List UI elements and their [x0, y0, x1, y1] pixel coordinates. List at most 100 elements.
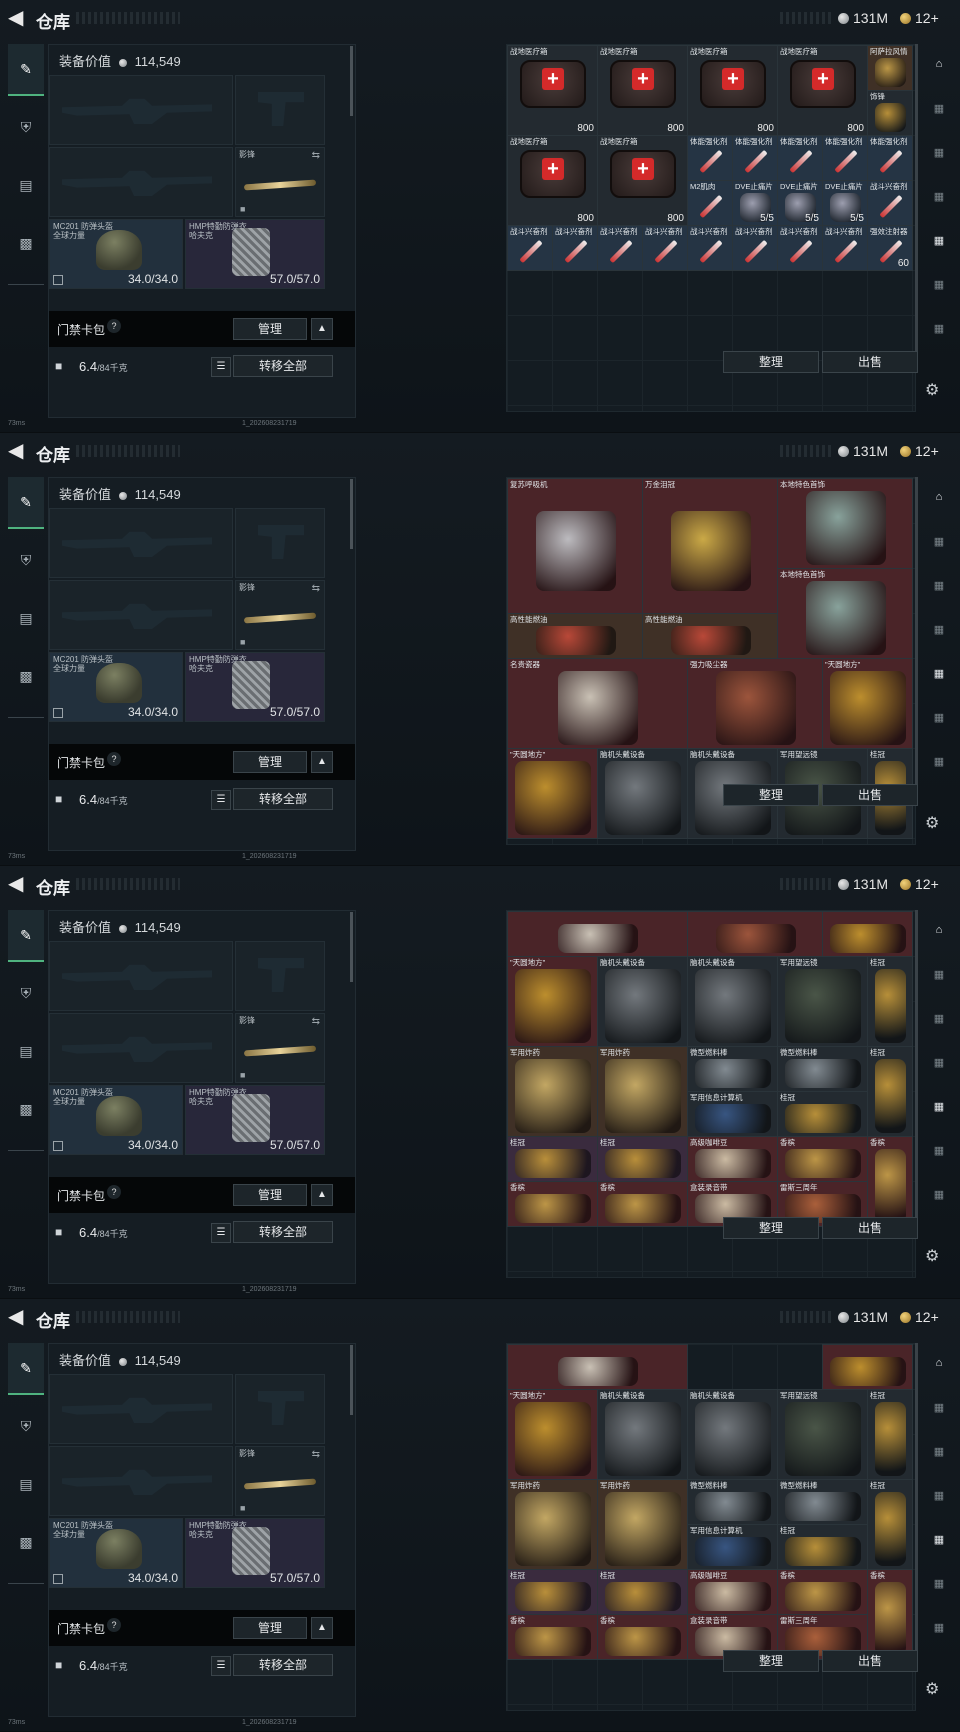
chevron-up-icon[interactable]: ▲	[311, 751, 333, 773]
stash-item[interactable]: 微型燃料棒	[687, 1479, 778, 1525]
stash-item[interactable]: 体能强化剂	[867, 135, 913, 181]
stash-item[interactable]: 战地医疗箱 800	[507, 135, 598, 226]
stash-item[interactable]: 战地医疗箱 800	[597, 45, 688, 136]
loadout-scrollbar[interactable]	[350, 1345, 353, 1415]
stash-scrollbar[interactable]	[915, 910, 918, 1230]
stash-item[interactable]: 微型燃料棒	[777, 1046, 868, 1092]
stash-item[interactable]: 体能强化剂	[777, 135, 823, 181]
stash-item[interactable]: 微型燃料棒	[777, 1479, 868, 1525]
secondary-weapon-slot[interactable]	[49, 580, 233, 650]
storage-tab-icon[interactable]: ▦	[929, 535, 949, 553]
transfer-all-button[interactable]: 转移全部	[233, 1221, 333, 1243]
warehouse-tab-icon[interactable]: ⌂	[929, 491, 949, 509]
stash-item[interactable]: 香槟	[507, 1181, 598, 1227]
sort-button[interactable]: 整理	[723, 1217, 819, 1239]
tab-backpack[interactable]: ▩	[8, 1084, 44, 1134]
help-icon[interactable]: ?	[107, 1618, 121, 1632]
stash-item[interactable]: DVE止痛片 5/5	[777, 180, 823, 226]
stash-item[interactable]: 军用信息计算机	[687, 1524, 778, 1570]
chevron-up-icon[interactable]: ▲	[311, 318, 333, 340]
stash-item[interactable]	[507, 911, 688, 957]
tab-weapons[interactable]: ✎	[8, 44, 44, 96]
stash-item[interactable]: 本地特色首饰	[777, 478, 913, 569]
melee-slot[interactable]: 影锋 ⇆ ■	[235, 1446, 325, 1516]
stash-item[interactable]: 复苏呼吸机	[507, 478, 643, 614]
tab-loadout[interactable]: ▤	[8, 593, 44, 643]
secondary-weapon-slot[interactable]	[49, 1446, 233, 1516]
stash-item[interactable]: 桂冠	[867, 956, 913, 1047]
back-arrow-icon[interactable]: ◀	[8, 874, 28, 894]
stash-item[interactable]: 桂冠	[597, 1569, 688, 1615]
sell-button[interactable]: 出售	[822, 351, 918, 373]
storage-tab-icon[interactable]: ▦	[929, 190, 949, 208]
manage-button[interactable]: 管理	[233, 1184, 307, 1206]
melee-slot[interactable]: 影锋 ⇆ ■	[235, 580, 325, 650]
sell-button[interactable]: 出售	[822, 784, 918, 806]
stash-item[interactable]: 强力吸尘器	[687, 658, 823, 749]
pistol-slot[interactable]	[235, 508, 325, 578]
loadout-scrollbar[interactable]	[350, 46, 353, 116]
sort-button[interactable]: 整理	[723, 1650, 819, 1672]
stash-item[interactable]	[687, 911, 823, 957]
manage-button[interactable]: 管理	[233, 318, 307, 340]
helmet-slot[interactable]: MC201 防弹头盔 全球力量 34.0/34.0	[49, 652, 183, 722]
stash-item[interactable]: 战斗兴奋剂	[642, 225, 688, 271]
pistol-slot[interactable]	[235, 941, 325, 1011]
sort-button[interactable]: 整理	[723, 351, 819, 373]
loadout-scrollbar[interactable]	[350, 912, 353, 982]
vest-slot[interactable]: HMP特勤防弹衣 哈夫克 57.0/57.0	[185, 1518, 325, 1588]
stash-item[interactable]: 桂冠	[507, 1136, 598, 1182]
primary-weapon-slot[interactable]	[49, 75, 233, 145]
stash-item[interactable]: 桂冠	[777, 1524, 868, 1570]
stash-item[interactable]: 高性能燃油	[642, 613, 778, 659]
gear-icon[interactable]: ⚙	[925, 380, 939, 400]
stash-item[interactable]: 脑机头戴设备	[687, 1389, 778, 1480]
stash-item[interactable]: 高性能燃油	[507, 613, 643, 659]
warehouse-tab-icon[interactable]: ⌂	[929, 1357, 949, 1375]
tab-armor[interactable]: ⛨	[8, 968, 44, 1018]
stash-item[interactable]: "天圆地方"	[507, 748, 598, 839]
helmet-slot[interactable]: MC201 防弹头盔 全球力量 34.0/34.0	[49, 219, 183, 289]
stash-item[interactable]: 战斗兴奋剂	[687, 225, 733, 271]
storage-tab-icon[interactable]: ▦	[929, 1489, 949, 1507]
primary-weapon-slot[interactable]	[49, 941, 233, 1011]
stash-item[interactable]: 战斗兴奋剂	[507, 225, 553, 271]
stash-item[interactable]: 军用炸药	[597, 1479, 688, 1570]
tab-armor[interactable]: ⛨	[8, 535, 44, 585]
swap-icon[interactable]: ⇆	[312, 150, 320, 161]
warehouse-tab-icon[interactable]: ⌂	[929, 924, 949, 942]
sell-button[interactable]: 出售	[822, 1650, 918, 1672]
stash-scrollbar[interactable]	[915, 1343, 918, 1663]
transfer-all-button[interactable]: 转移全部	[233, 355, 333, 377]
stash-item[interactable]: 军用炸药	[507, 1479, 598, 1570]
stash-item[interactable]: 桂冠	[507, 1569, 598, 1615]
stash-item[interactable]: 军用望远镜	[777, 1389, 868, 1480]
chevron-up-icon[interactable]: ▲	[311, 1617, 333, 1639]
stash-item[interactable]: "天圆地方"	[507, 956, 598, 1047]
tab-backpack[interactable]: ▩	[8, 1517, 44, 1567]
stash-item[interactable]: 体能强化剂	[822, 135, 868, 181]
helmet-slot[interactable]: MC201 防弹头盔 全球力量 34.0/34.0	[49, 1518, 183, 1588]
primary-weapon-slot[interactable]	[49, 1374, 233, 1444]
storage-tab-icon[interactable]: ▦	[929, 579, 949, 597]
stash-item[interactable]: 脑机头戴设备	[687, 956, 778, 1047]
melee-slot[interactable]: 影锋 ⇆ ■	[235, 1013, 325, 1083]
stash-item[interactable]: 桂冠	[867, 1046, 913, 1137]
pistol-slot[interactable]	[235, 75, 325, 145]
tab-weapons[interactable]: ✎	[8, 477, 44, 529]
stash-item[interactable]: M2肌肉	[687, 180, 733, 226]
list-icon[interactable]: ☰	[211, 357, 231, 377]
storage-tab-icon[interactable]: ▦	[929, 1577, 949, 1595]
secondary-weapon-slot[interactable]	[49, 1013, 233, 1083]
helmet-slot[interactable]: MC201 防弹头盔 全球力量 34.0/34.0	[49, 1085, 183, 1155]
tab-backpack[interactable]: ▩	[8, 218, 44, 268]
stash-item[interactable]: 战地医疗箱 800	[597, 135, 688, 226]
stash-item[interactable]: DVE止痛片 5/5	[822, 180, 868, 226]
help-icon[interactable]: ?	[107, 752, 121, 766]
storage-tab-icon[interactable]: ▦	[929, 234, 949, 252]
tab-loadout[interactable]: ▤	[8, 1026, 44, 1076]
stash-item[interactable]: 脑机头戴设备	[597, 748, 688, 839]
stash-item[interactable]: 万金泪冠	[642, 478, 778, 614]
storage-tab-icon[interactable]: ▦	[929, 711, 949, 729]
stash-item[interactable]: 高级咖啡豆	[687, 1136, 778, 1182]
